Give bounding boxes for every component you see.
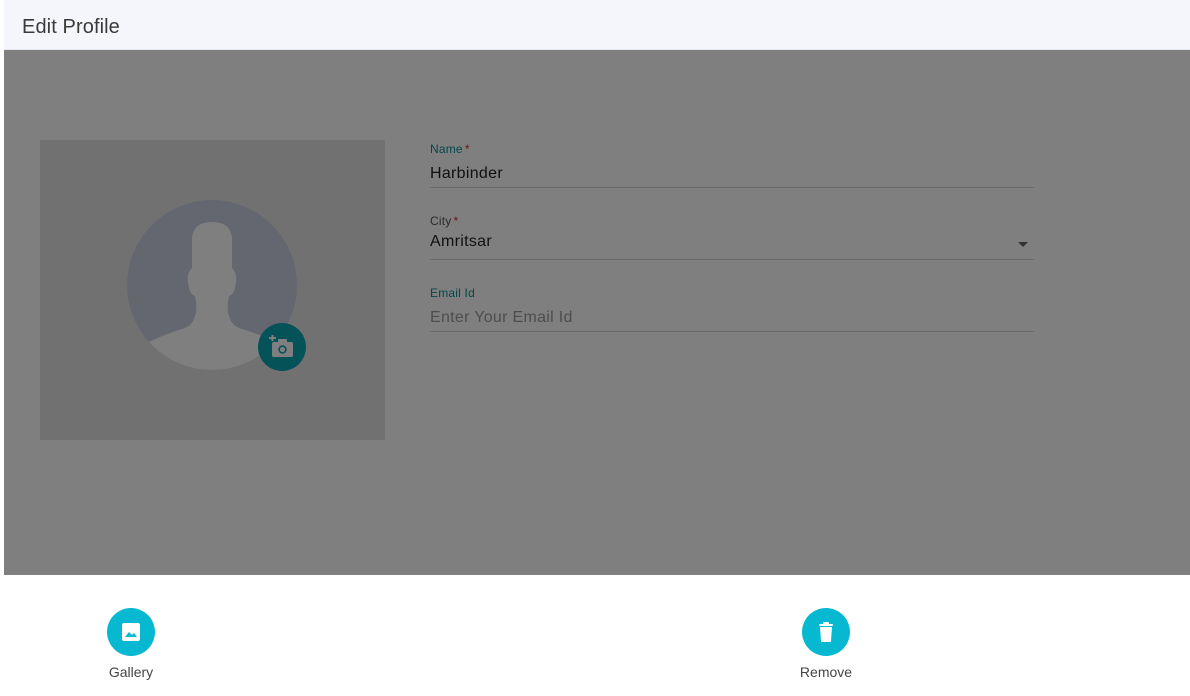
photo-action-sheet: Gallery Remove <box>0 575 1190 696</box>
edit-profile-screen: Edit Profile Harbinder Enter Your Email … <box>0 0 1190 696</box>
modal-backdrop[interactable] <box>4 50 1190 575</box>
image-icon <box>122 623 140 641</box>
gallery-icon-circle <box>107 608 155 656</box>
remove-icon-circle <box>802 608 850 656</box>
remove-button[interactable]: Remove <box>776 608 876 680</box>
gallery-button[interactable]: Gallery <box>81 608 181 680</box>
page-title: Edit Profile <box>22 16 120 38</box>
trash-icon <box>819 622 833 642</box>
left-edge <box>0 0 4 575</box>
app-header: Edit Profile <box>4 0 1190 50</box>
remove-label: Remove <box>799 664 853 680</box>
gallery-label: Gallery <box>108 664 154 680</box>
